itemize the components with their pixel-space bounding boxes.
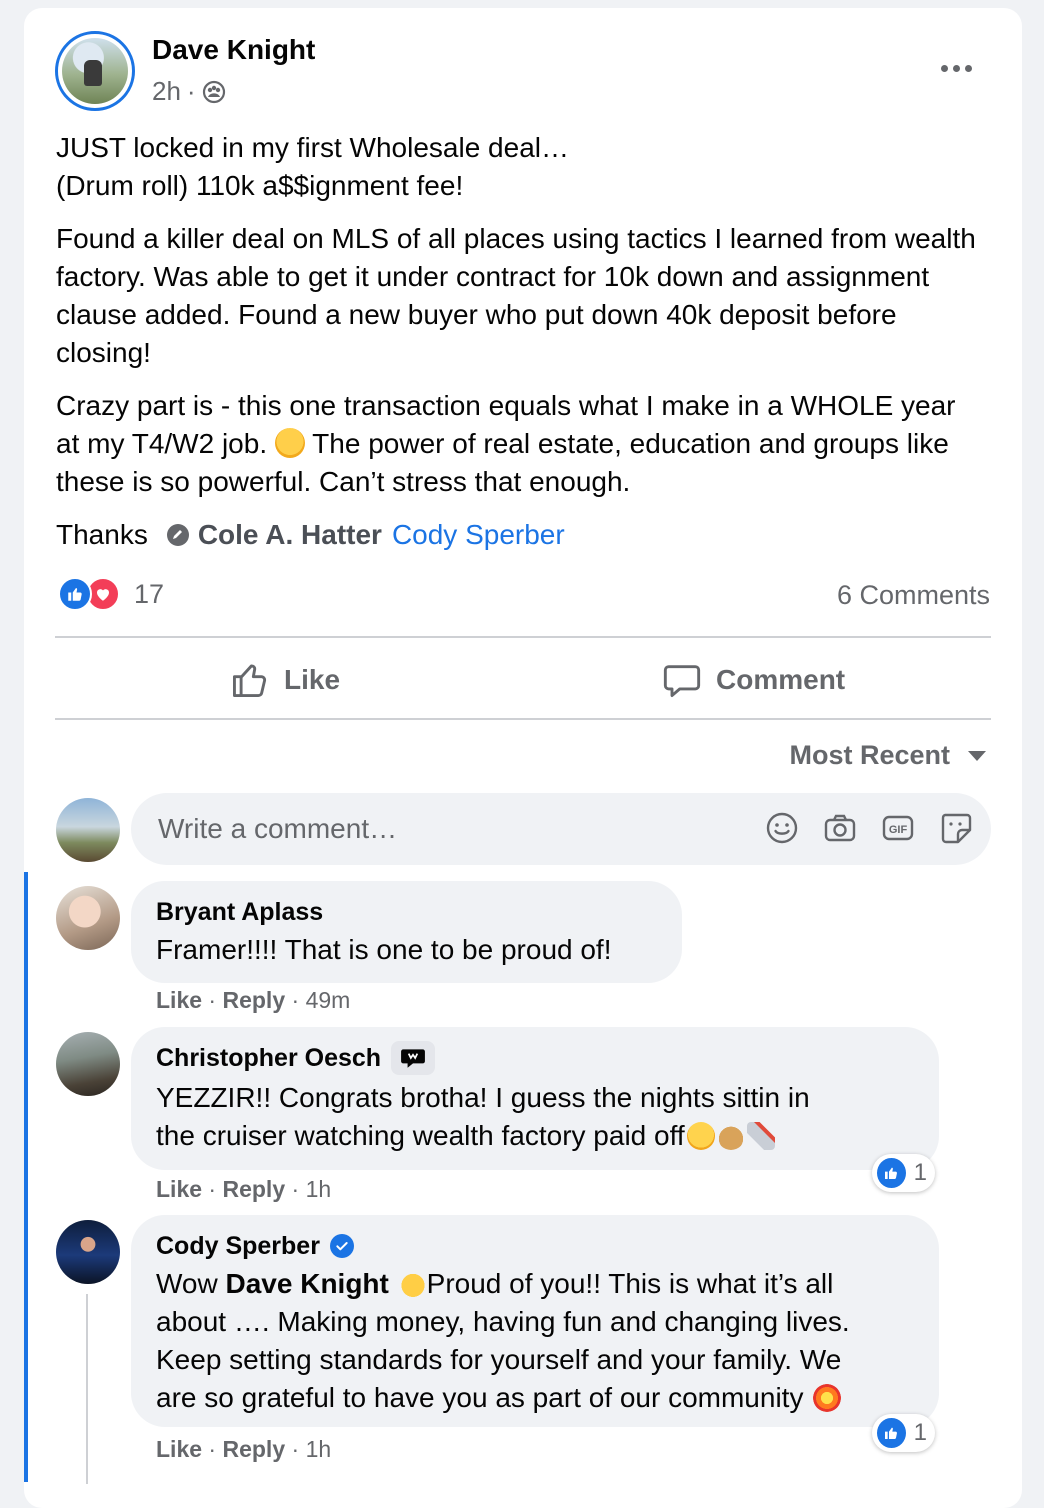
comment-bubble: Bryant Aplass Framer!!!! That is one to … <box>131 881 682 983</box>
meta-separator: · <box>186 76 196 106</box>
divider-bottom <box>55 718 991 720</box>
poster-name[interactable]: Dave Knight <box>152 34 315 66</box>
comment-text-d-row: are so grateful to have you as part of o… <box>156 1379 914 1417</box>
rocket-emoji-icon <box>746 1122 775 1150</box>
comment-actions: Like · Reply · 1h <box>156 1176 332 1202</box>
comment-time[interactable]: 49m <box>306 987 351 1013</box>
divider-top <box>55 636 991 638</box>
comment-reply-button[interactable]: Reply <box>222 987 285 1013</box>
comment-author[interactable]: Cody Sperber <box>156 1232 320 1261</box>
comment-like-button[interactable]: Like <box>156 1436 202 1462</box>
gif-icon[interactable]: GIF <box>881 811 915 845</box>
post-meta: 2h · <box>152 76 226 107</box>
comment-like-button[interactable]: Like <box>156 1176 202 1202</box>
smirk-emoji-icon <box>686 1122 715 1150</box>
more-icon[interactable] <box>932 52 980 84</box>
poster-avatar-image <box>62 38 128 104</box>
like-reaction-icon <box>877 1158 906 1188</box>
post-time[interactable]: 2h <box>152 76 181 107</box>
comment-icon <box>663 665 701 697</box>
camera-icon[interactable] <box>823 811 857 845</box>
comment-bubble: Christopher Oesch YEZZIR!! Congrats brot… <box>131 1027 939 1170</box>
current-user-avatar[interactable] <box>56 798 120 862</box>
comment-input[interactable] <box>156 812 740 846</box>
group-icon <box>202 80 226 104</box>
money-bag-emoji-icon <box>716 1122 745 1150</box>
comment-time[interactable]: 1h <box>306 1436 332 1462</box>
comment-sort-dropdown[interactable]: Most Recent <box>789 740 986 771</box>
reaction-count: 17 <box>134 578 165 609</box>
comment-reply-button[interactable]: Reply <box>222 1436 285 1462</box>
post-thanks-line: Thanks Cole A. Hatter Cody Sperber <box>56 516 986 554</box>
comment-text: YEZZIR!! Congrats brotha! I guess the ni… <box>156 1079 914 1155</box>
thanks-text: Thanks <box>56 519 148 550</box>
commenter-avatar[interactable] <box>56 1032 120 1096</box>
post-line-2: (Drum roll) 110k a$$ignment fee! <box>56 170 464 201</box>
collision-emoji-icon <box>813 1384 842 1412</box>
comment-author-row: Christopher Oesch <box>156 1041 914 1075</box>
thumbs-up-icon <box>233 664 267 697</box>
sort-label: Most Recent <box>789 740 950 770</box>
comment-text-a: Proud of you!! This is what it’s all <box>426 1268 834 1299</box>
comment-reaction-count: 1 <box>913 1419 927 1446</box>
mention-tag-icon <box>166 524 189 546</box>
comment-actions: Like · Reply · 49m <box>156 987 351 1013</box>
poster-avatar[interactable] <box>55 31 135 111</box>
comment-reaction-count: 1 <box>913 1159 927 1186</box>
like-label: Like <box>284 664 341 695</box>
comment-highlight-bar <box>24 872 28 1482</box>
comment-composer[interactable]: GIF <box>131 793 991 865</box>
comment-author-row: Cody Sperber <box>156 1229 914 1263</box>
comment-text-line-2-row: the cruiser watching wealth factory paid… <box>156 1117 914 1155</box>
reactions-summary[interactable]: 17 <box>58 577 164 611</box>
comment-text-line-1: YEZZIR!! Congrats brotha! I guess the ni… <box>156 1082 810 1113</box>
post-paragraph-1: JUST locked in my first Wholesale deal… … <box>56 129 986 205</box>
caret-down-icon <box>968 750 986 761</box>
comment-text-line-1-row: Wow Dave Knight Proud of you!! This is w… <box>156 1265 914 1303</box>
fan-badge-icon[interactable] <box>391 1041 436 1075</box>
mention-cody[interactable]: Cody Sperber <box>392 516 565 554</box>
comment-author[interactable]: Bryant Aplass <box>156 895 657 929</box>
comment-prefix: Wow <box>156 1268 218 1299</box>
reply-thread-line <box>86 1294 88 1484</box>
comments-count-link[interactable]: 6 Comments <box>837 580 990 611</box>
emoji-icon[interactable] <box>765 811 799 845</box>
comment-time[interactable]: 1h <box>306 1176 332 1202</box>
like-button[interactable]: Like <box>230 656 340 704</box>
comment-button[interactable]: Comment <box>662 656 845 704</box>
commenter-avatar[interactable] <box>56 1220 120 1284</box>
composer-icons: GIF <box>765 811 973 845</box>
comment-author[interactable]: Christopher Oesch <box>156 1044 381 1073</box>
exploding-head-emoji-icon <box>274 428 305 458</box>
comment-actions: Like · Reply · 1h <box>156 1436 332 1462</box>
comment-text-line-2: the cruiser watching wealth factory paid… <box>156 1120 685 1151</box>
comment-like-button[interactable]: Like <box>156 987 202 1013</box>
like-reaction-icon <box>877 1418 906 1448</box>
mention-cole-name: Cole A. Hatter <box>197 519 382 550</box>
commenter-avatar[interactable] <box>56 886 120 950</box>
comment-mention[interactable]: Dave Knight <box>226 1268 389 1299</box>
comment-text: Wow Dave Knight Proud of you!! This is w… <box>156 1265 914 1417</box>
comment-label: Comment <box>716 664 846 695</box>
comment-reply-button[interactable]: Reply <box>222 1176 285 1202</box>
comment-text-c: Keep setting standards for yourself and … <box>156 1344 842 1375</box>
comment-bubble: Cody Sperber Wow Dave Knight Proud of yo… <box>131 1215 939 1427</box>
comment-text-b: about …. Making money, having fun and ch… <box>156 1306 850 1337</box>
like-reaction-icon <box>58 577 92 611</box>
comment-reaction-badge[interactable]: 1 <box>872 1154 935 1192</box>
post-paragraph-2: Found a killer deal on MLS of all places… <box>56 223 976 368</box>
comment-text-d: are so grateful to have you as part of o… <box>156 1382 804 1413</box>
sticker-icon[interactable] <box>939 811 973 845</box>
post-line-1: JUST locked in my first Wholesale deal… <box>56 132 569 163</box>
svg-text:GIF: GIF <box>889 824 908 836</box>
verified-icon <box>329 1234 354 1258</box>
raised-hands-emoji-icon <box>398 1270 427 1298</box>
comment-text: Framer!!!! That is one to be proud of! <box>156 934 612 965</box>
post-paragraph-3: Crazy part is - this one transaction equ… <box>56 387 986 501</box>
comment-reaction-badge[interactable]: 1 <box>872 1414 935 1452</box>
mention-cole[interactable]: Cole A. Hatter <box>166 516 382 554</box>
